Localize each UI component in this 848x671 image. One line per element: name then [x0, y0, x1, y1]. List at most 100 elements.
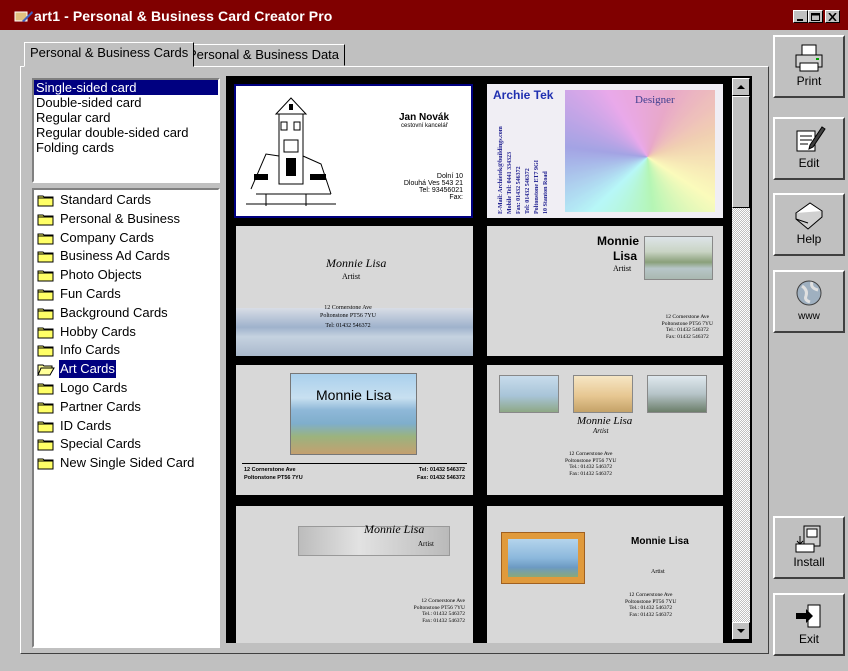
close-button[interactable] — [825, 10, 840, 23]
folder-icon — [37, 251, 54, 263]
card-title: Artist — [651, 569, 665, 575]
card-title: Artist — [418, 540, 434, 548]
card-address-line: 12 Cornerstone Ave — [421, 598, 465, 604]
landscape-painting-image — [644, 236, 713, 280]
card-fax: Fax: — [449, 194, 463, 201]
lake-painting-image — [290, 373, 417, 455]
print-button[interactable]: Print — [773, 35, 845, 98]
category-item[interactable]: Personal & Business — [34, 210, 218, 229]
category-item[interactable]: ID Cards — [34, 417, 218, 436]
title-bar: art1 - Personal & Business Card Creator … — [0, 0, 848, 30]
card-address: 12 Cornerstone Ave Poltonstone PT56 7YU … — [625, 592, 676, 618]
scroll-thumb[interactable] — [732, 96, 750, 208]
card-address-line: 12 Cornerstone Ave — [665, 314, 710, 320]
card-title: Artist — [593, 427, 609, 435]
minimize-button[interactable] — [793, 10, 808, 23]
category-label: Partner Cards — [60, 398, 141, 414]
card-phone: Tel.: 01432 546372 — [422, 611, 465, 617]
tab-personal-business-data[interactable]: Personal & Business Data — [182, 44, 346, 66]
folder-icon — [37, 308, 54, 320]
category-item[interactable]: Company Cards — [34, 229, 218, 248]
help-button[interactable]: Help — [773, 193, 845, 256]
card-phone: Tel: 01432 546372 — [325, 323, 371, 329]
minimize-icon — [797, 19, 803, 21]
card-fax: Fax: 01432 546372 — [516, 166, 522, 214]
category-item[interactable]: Background Cards — [34, 304, 218, 323]
card-address-line: Poltonstone PT56 7YU — [244, 475, 303, 481]
scroll-down-button[interactable] — [732, 622, 750, 640]
category-label: Personal & Business — [60, 210, 180, 226]
card-thumbnail[interactable]: Monnie Lisa Artist 12 Cornerstone Ave Po… — [236, 506, 473, 643]
card-thumbnail[interactable]: Jan Novák cestovní kancelář Dolní 10 Dlo… — [234, 84, 473, 218]
card-fax: Fax: 01432 546372 — [569, 470, 613, 477]
card-address-line: Dolní 10 — [436, 173, 463, 180]
card-type-item[interactable]: Regular card — [34, 110, 218, 125]
category-item[interactable]: Art Cards — [34, 360, 218, 379]
card-phone: Tel: 93456021 — [419, 187, 463, 194]
card-mobile: Mobile Tel: 0441 334323 — [507, 151, 513, 214]
www-label: www — [798, 311, 820, 322]
www-button[interactable]: www — [773, 270, 845, 333]
card-phone: Tel: 01432 546372 — [525, 168, 531, 214]
card-thumbnail[interactable]: Monnie Lisa Artist 12 Cornerstone Ave Po… — [487, 506, 723, 643]
tab-personal-business-cards[interactable]: Personal & Business Cards — [24, 42, 195, 67]
print-label: Print — [796, 74, 822, 88]
card-address-line: 10 Stanton Road — [543, 171, 549, 214]
install-button[interactable]: Install — [773, 516, 845, 579]
card-type-item[interactable]: Regular double-sided card — [34, 125, 218, 140]
card-address-line: 12 Cornerstone Ave — [568, 451, 613, 457]
category-item[interactable]: Special Cards — [34, 435, 218, 454]
install-label: Install — [793, 555, 825, 569]
swirl-art-image — [565, 90, 715, 212]
folder-icon — [37, 289, 54, 301]
globe-icon — [796, 280, 822, 306]
orange-frame — [501, 532, 585, 584]
card-address-line: Dlouhá Ves 543 21 — [403, 180, 463, 187]
category-item[interactable]: Hobby Cards — [34, 323, 218, 342]
scroll-up-button[interactable] — [732, 78, 750, 96]
printer-icon — [795, 44, 823, 72]
card-gallery-scrollbar[interactable] — [732, 78, 750, 640]
card-address-line: Poltonstone ET7 9GI — [534, 159, 540, 214]
card-phone: Tel.: 01432 546372 — [629, 605, 673, 611]
card-thumbnail[interactable]: Monnie Lisa 12 Cornerstone Ave Poltonsto… — [236, 365, 473, 495]
category-item[interactable]: Logo Cards — [34, 379, 218, 398]
category-item[interactable]: Business Ad Cards — [34, 247, 218, 266]
card-phone: Tel.: 01432 546372 — [569, 464, 613, 470]
card-type-list[interactable]: Single-sided card Double-sided card Regu… — [32, 78, 220, 183]
card-thumbnail[interactable]: Monnie Lisa Artist 12 Cornerstone Ave Po… — [487, 226, 723, 356]
category-item[interactable]: New Single Sided Card — [34, 454, 218, 473]
card-gallery: Jan Novák cestovní kancelář Dolní 10 Dlo… — [226, 76, 752, 643]
category-label: Business Ad Cards — [60, 248, 170, 264]
category-label: Logo Cards — [60, 379, 128, 395]
divider-line — [242, 463, 467, 464]
category-item[interactable]: Info Cards — [34, 341, 218, 360]
category-item[interactable]: Partner Cards — [34, 398, 218, 417]
category-list[interactable]: Standard Cards Personal & Business Company… — [32, 188, 220, 648]
card-thumbnail[interactable]: Monnie Lisa Artist 12 Cornerstone Ave Po… — [487, 365, 723, 495]
card-email: E-Mail: Archietek@buildings.com — [498, 126, 504, 214]
card-name: Archie Tek — [493, 88, 554, 102]
category-item[interactable]: Standard Cards — [34, 191, 218, 210]
category-item[interactable]: Photo Objects — [34, 266, 218, 285]
card-type-item[interactable]: Single-sided card — [34, 80, 218, 95]
folder-icon — [37, 458, 54, 470]
folder-open-icon — [37, 364, 55, 377]
card-thumbnail[interactable]: Monnie Lisa Artist 12 Cornerstone Ave Po… — [236, 226, 473, 356]
card-address: 12 Cornerstone Ave Poltonstone PT56 7YU — [244, 466, 303, 482]
exit-door-icon — [796, 604, 821, 628]
edit-button[interactable]: Edit — [773, 117, 845, 180]
card-address: 12 Cornerstone Ave Poltonstone PT56 7YU … — [414, 598, 465, 624]
install-computer-icon — [795, 525, 821, 553]
card-type-item[interactable]: Folding cards — [34, 140, 218, 155]
card-phone: Tel: 01432 546372 — [418, 467, 465, 473]
card-thumbnail[interactable]: Archie Tek Designer E-Mail: Archietek@bu… — [487, 84, 723, 218]
category-label: Fun Cards — [60, 285, 121, 301]
card-name: Jan Novák — [399, 112, 450, 123]
exit-button[interactable]: Exit — [773, 593, 845, 656]
category-item[interactable]: Fun Cards — [34, 285, 218, 304]
card-type-item[interactable]: Double-sided card — [34, 95, 218, 110]
card-name-first: Monnie — [597, 234, 639, 248]
maximize-button[interactable] — [808, 10, 823, 23]
arrow-down-icon — [737, 629, 745, 633]
